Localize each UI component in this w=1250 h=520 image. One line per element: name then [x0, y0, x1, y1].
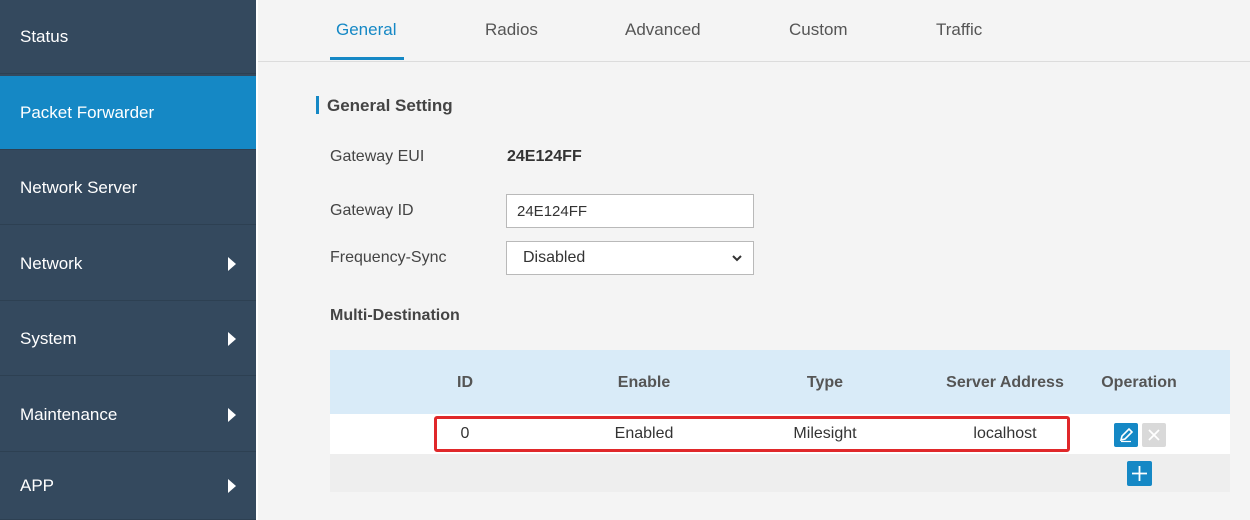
- gateway-id-input[interactable]: [506, 194, 754, 228]
- pencil-icon: [1119, 427, 1134, 443]
- column-header-operation: Operation: [1101, 374, 1177, 391]
- sidebar-item-label: Network Server: [20, 177, 138, 197]
- tab-radios[interactable]: Radios: [485, 20, 538, 40]
- main-content: General Radios Advanced Custom Traffic G…: [258, 0, 1250, 520]
- delete-button[interactable]: [1142, 423, 1166, 447]
- tab-general[interactable]: General: [336, 20, 396, 40]
- tab-bar: General Radios Advanced Custom Traffic: [258, 0, 1250, 62]
- caret-right-icon: [228, 331, 236, 346]
- sidebar-item-label: Maintenance: [20, 404, 118, 424]
- active-tab-indicator: [330, 57, 404, 60]
- sidebar-item-label: Network: [20, 253, 83, 273]
- frequency-sync-value: Disabled: [523, 249, 586, 266]
- add-destination-button[interactable]: [1127, 461, 1152, 486]
- caret-right-icon: [228, 256, 236, 271]
- tab-traffic[interactable]: Traffic: [936, 20, 982, 40]
- sidebar-item-packet-forwarder[interactable]: Packet Forwarder: [0, 76, 256, 150]
- gateway-eui-label: Gateway EUI: [330, 148, 425, 165]
- sidebar-item-network-server[interactable]: Network Server: [0, 151, 256, 225]
- row-highlight-box: [434, 416, 1070, 452]
- sidebar-item-system[interactable]: System: [0, 302, 256, 376]
- frequency-sync-label: Frequency-Sync: [330, 249, 447, 266]
- chevron-down-icon: [732, 255, 742, 262]
- plus-icon: [1132, 466, 1147, 481]
- sidebar-item-app[interactable]: APP: [0, 453, 256, 520]
- sidebar-item-network[interactable]: Network: [0, 227, 256, 301]
- caret-right-icon: [228, 407, 236, 422]
- sidebar-item-maintenance[interactable]: Maintenance: [0, 378, 256, 452]
- column-header-server-address: Server Address: [946, 374, 1064, 391]
- tab-custom[interactable]: Custom: [789, 20, 848, 40]
- multi-destination-title: Multi-Destination: [330, 307, 460, 324]
- edit-button[interactable]: [1114, 423, 1138, 447]
- gateway-eui-value: 24E124FF: [507, 148, 582, 165]
- gateway-id-label: Gateway ID: [330, 202, 414, 219]
- section-title: General Setting: [327, 96, 453, 115]
- table-header: ID Enable Type Server Address Operation: [330, 350, 1230, 414]
- multi-destination-table: ID Enable Type Server Address Operation …: [330, 350, 1230, 492]
- close-icon: [1148, 429, 1160, 441]
- caret-right-icon: [228, 479, 236, 493]
- sidebar-item-label: Packet Forwarder: [20, 102, 155, 122]
- section-marker: [316, 96, 319, 114]
- table-row: 0 Enabled Milesight localhost: [330, 414, 1230, 454]
- column-header-type: Type: [806, 374, 844, 391]
- column-header-enable: Enable: [617, 374, 671, 391]
- frequency-sync-select[interactable]: Disabled: [506, 241, 754, 275]
- sidebar: Status Packet Forwarder Network Server N…: [0, 0, 256, 520]
- sidebar-item-label: APP: [20, 476, 55, 495]
- sidebar-item-label: Status: [20, 26, 69, 46]
- sidebar-item-label: System: [20, 328, 77, 348]
- tab-advanced[interactable]: Advanced: [625, 20, 701, 40]
- sidebar-item-status[interactable]: Status: [0, 0, 256, 74]
- column-header-id: ID: [457, 374, 473, 391]
